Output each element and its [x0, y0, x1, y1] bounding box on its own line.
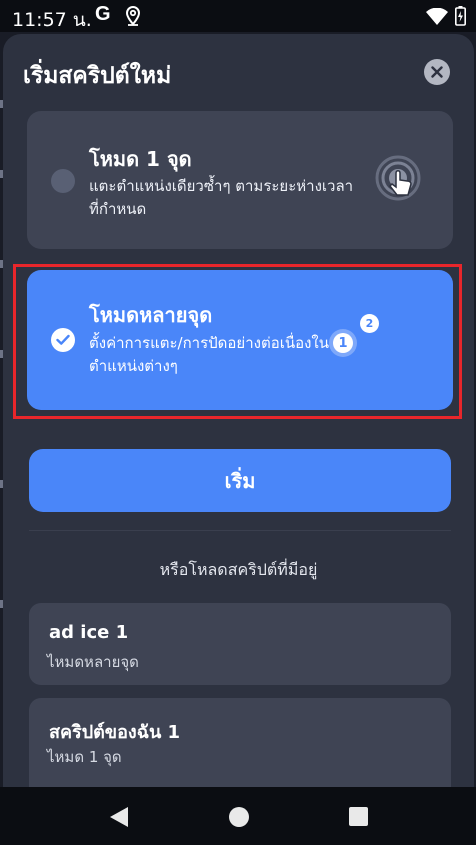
back-icon[interactable]	[109, 806, 129, 832]
mode-single-radio[interactable]	[51, 169, 75, 193]
location-icon	[125, 5, 141, 30]
status-bar: 11:57 น. G	[0, 0, 476, 32]
navigation-bar	[0, 787, 476, 845]
close-icon[interactable]	[424, 59, 450, 85]
saved-script-mode: ไหมดหลายจุด	[47, 653, 139, 671]
single-tap-icon	[375, 155, 425, 209]
saved-script-name: สคริปต์ของฉัน 1	[49, 722, 181, 743]
sheet-title: เริ่มสคริปต์ใหม่	[23, 63, 172, 89]
start-button[interactable]: เริ่ม	[29, 449, 451, 512]
home-icon[interactable]	[229, 807, 249, 827]
divider	[29, 530, 451, 531]
saved-script-mode: ไหมด 1 จุด	[47, 748, 122, 766]
battery-icon	[455, 6, 466, 30]
mode-single-point-card[interactable]: โหมด 1 จุด แตะตำแหน่งเดียวซ้ำๆ ตามระยะห่…	[27, 111, 453, 249]
saved-script-item[interactable]: สคริปต์ของฉัน 1 ไหมด 1 จุด	[29, 698, 451, 787]
mode-single-description: แตะตำแหน่งเดียวซ้ำๆ ตามระยะห่างเวลาที่กำ…	[89, 177, 354, 218]
recents-icon[interactable]	[349, 807, 368, 826]
load-existing-label: หรือโหลดสคริปต์ที่มีอยู่	[159, 560, 318, 579]
saved-script-item[interactable]: ad ice 1 ไหมดหลายจุด	[29, 603, 451, 685]
status-time: 11:57 น.	[12, 9, 92, 31]
highlight-box	[13, 264, 462, 419]
google-icon: G	[95, 3, 111, 25]
wifi-icon	[426, 7, 448, 29]
saved-script-name: ad ice 1	[49, 622, 129, 643]
mode-single-title: โหมด 1 จุด	[89, 147, 192, 171]
